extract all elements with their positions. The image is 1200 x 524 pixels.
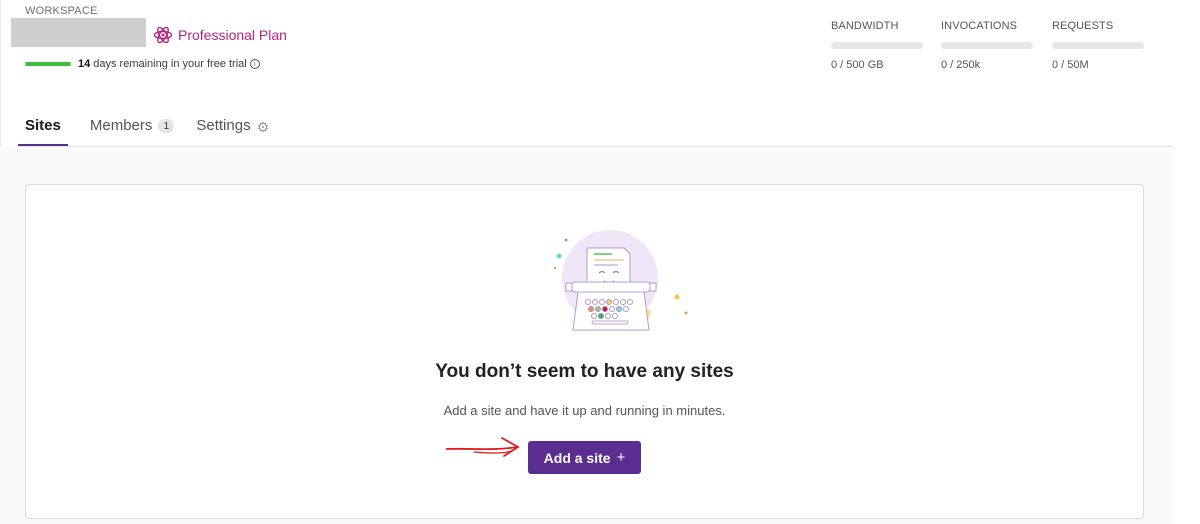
plan-link[interactable]: Professional Plan xyxy=(153,25,287,45)
usage-bar xyxy=(941,42,1033,49)
usage-label: BANDWIDTH xyxy=(831,20,899,32)
workspace-label: WORKSPACE xyxy=(25,5,98,17)
atom-icon xyxy=(153,26,173,44)
usage-bar xyxy=(831,42,923,49)
tab-members[interactable]: Members 1 xyxy=(90,112,175,147)
plus-icon: + xyxy=(616,449,626,466)
usage-value: 0 / 50M xyxy=(1052,59,1089,71)
usage-value: 0 / 500 GB xyxy=(831,59,884,71)
add-site-button[interactable]: Add a site + xyxy=(528,441,641,474)
trial-status: 14 days remaining in your free trial i xyxy=(25,58,260,70)
plan-name: Professional Plan xyxy=(178,27,287,43)
usage-bandwidth: BANDWIDTH 0 / 500 GB xyxy=(831,20,923,71)
usage-label: REQUESTS xyxy=(1052,20,1114,32)
tab-label: Settings xyxy=(196,117,251,134)
empty-state-card: You don’t seem to have any sites Add a s… xyxy=(25,184,1144,519)
members-count-badge: 1 xyxy=(158,119,175,133)
gear-icon: ⚙ xyxy=(256,119,270,135)
typewriter-illustration-icon xyxy=(553,230,688,331)
trial-days: 14 xyxy=(78,58,91,70)
workspace-tabs: Sites Members 1 Settings ⚙ xyxy=(18,112,291,147)
add-site-label: Add a site xyxy=(543,449,611,466)
usage-bar xyxy=(1052,42,1144,49)
trial-progress-bar xyxy=(25,62,71,66)
tab-sites[interactable]: Sites xyxy=(18,112,68,147)
annotation-arrow-icon xyxy=(446,437,519,457)
tab-label: Sites xyxy=(25,117,61,134)
tab-label: Members xyxy=(89,117,153,134)
usage-requests: REQUESTS 0 / 50M xyxy=(1052,20,1144,71)
info-icon[interactable]: i xyxy=(249,59,260,69)
trial-text: days remaining in your free trial xyxy=(93,58,247,70)
usage-value: 0 / 250k xyxy=(941,59,981,71)
empty-state-title: You don’t seem to have any sites xyxy=(435,361,734,382)
workspace-page: WORKSPACE Professional Plan 14 days rema… xyxy=(0,0,1200,524)
empty-state-description: Add a site and have it up and running in… xyxy=(443,403,726,418)
workspace-name-redacted xyxy=(11,18,146,47)
tab-settings[interactable]: Settings ⚙ xyxy=(196,112,269,147)
usage-invocations: INVOCATIONS 0 / 250k xyxy=(941,20,1033,71)
usage-label: INVOCATIONS xyxy=(941,20,1018,32)
